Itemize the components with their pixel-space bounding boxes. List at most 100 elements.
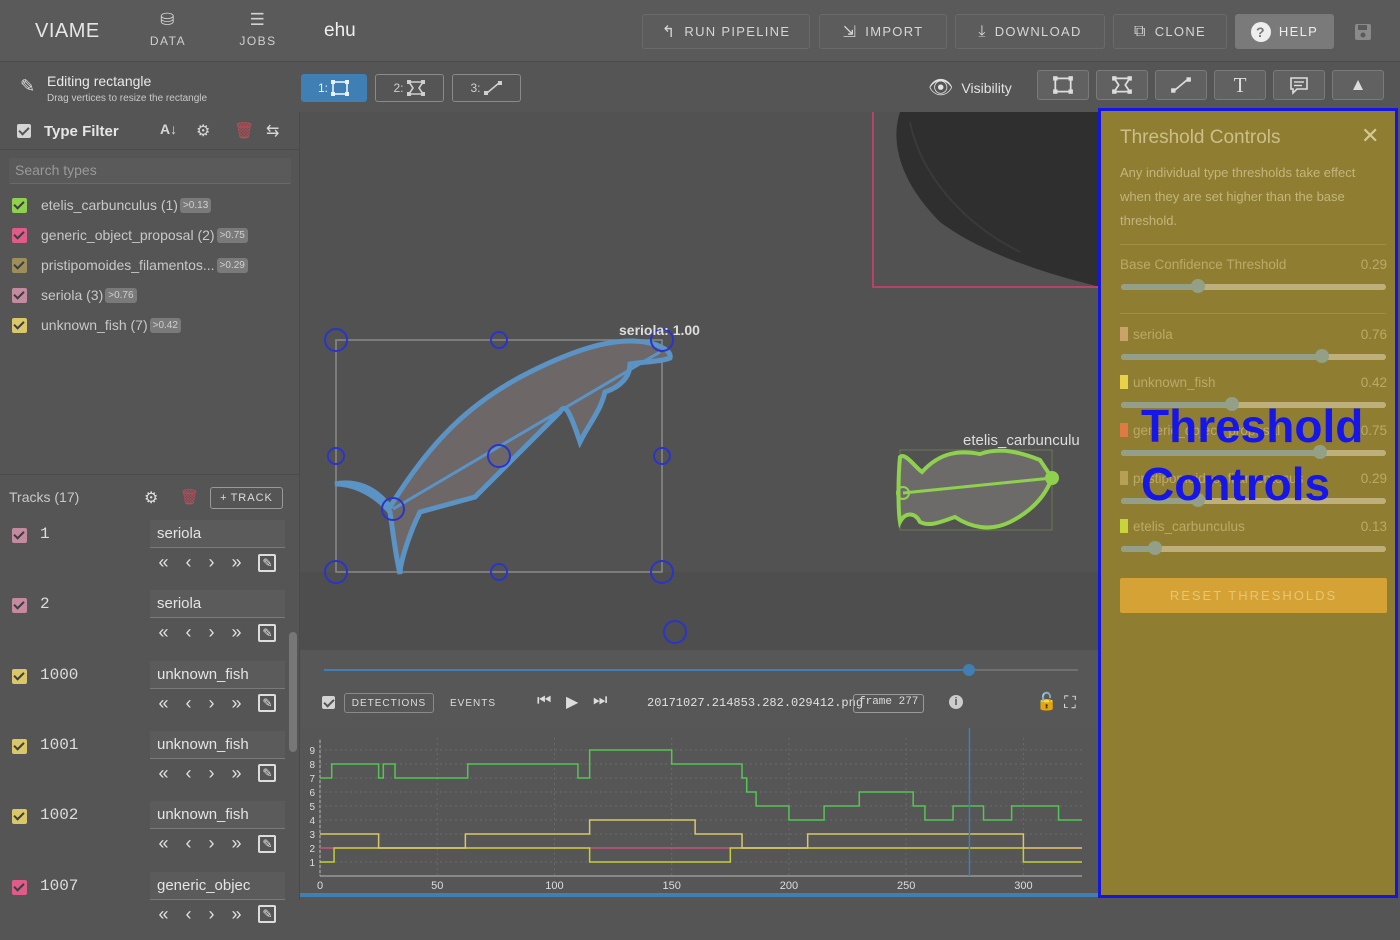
events-tab[interactable]: EVENTS — [444, 693, 502, 713]
track-id[interactable]: 1 — [40, 525, 50, 543]
edit-icon[interactable]: ✎ — [258, 905, 277, 923]
settings-icon[interactable]: ⚙ — [196, 121, 210, 141]
previous-frame-icon[interactable]: ‹ — [185, 622, 191, 643]
next-frame-icon[interactable]: › — [208, 693, 214, 714]
previous-frame-icon[interactable]: ‹ — [185, 693, 191, 714]
playback-scrubber[interactable] — [963, 664, 976, 676]
track-row[interactable]: 1007 generic_objec « ‹ › » ✎ — [0, 870, 300, 940]
track-row[interactable]: 1 seriola « ‹ › » ✎ — [0, 518, 300, 588]
track-id[interactable]: 1002 — [40, 806, 78, 824]
edit-icon[interactable]: ✎ — [258, 834, 277, 853]
next-frame-icon[interactable]: › — [208, 622, 214, 643]
type-checkbox[interactable] — [12, 227, 27, 243]
visibility-polygon-button[interactable] — [1096, 70, 1148, 100]
run-pipeline-button[interactable]: ↰ RUN PIPELINE — [642, 14, 810, 49]
type-filter-item[interactable]: seriola (3) >0.76 — [0, 280, 300, 310]
visibility-rectangle-button[interactable] — [1037, 70, 1089, 100]
track-checkbox[interactable] — [12, 809, 27, 825]
track-type-input[interactable]: seriola — [150, 590, 285, 619]
edit-icon[interactable]: ✎ — [258, 694, 277, 713]
track-checkbox[interactable] — [12, 528, 27, 543]
track-checkbox[interactable] — [12, 738, 27, 754]
previous-frame-icon[interactable]: ‹ — [185, 552, 191, 573]
track-row[interactable]: 1001 unknown_fish « ‹ › » ✎ — [0, 729, 300, 799]
type-threshold-slider[interactable] — [1121, 349, 1386, 363]
last-frame-icon[interactable]: » — [231, 552, 241, 573]
last-frame-icon[interactable]: » — [231, 763, 241, 784]
first-frame-icon[interactable]: « — [158, 763, 168, 784]
last-frame-icon[interactable]: » — [231, 833, 241, 854]
skip-previous-icon[interactable]: ⏮ — [537, 692, 551, 710]
visibility-text-button[interactable]: T — [1214, 70, 1266, 100]
track-checkbox[interactable] — [12, 598, 27, 614]
next-frame-icon[interactable]: › — [208, 833, 214, 854]
info-icon[interactable]: i — [949, 695, 963, 709]
detections-tab[interactable]: DETECTIONS — [344, 693, 434, 713]
skip-next-icon[interactable]: ⏭ — [593, 692, 607, 710]
slider-knob[interactable] — [1190, 279, 1205, 293]
slider-knob[interactable] — [1148, 541, 1163, 555]
track-id[interactable]: 2 — [40, 595, 50, 613]
help-button[interactable]: ? HELP — [1235, 14, 1334, 49]
last-frame-icon[interactable]: » — [231, 622, 241, 643]
first-frame-icon[interactable]: « — [158, 552, 168, 573]
type-filter-item[interactable]: etelis_carbunculus (1) >0.13 — [0, 190, 300, 220]
track-id[interactable]: 1000 — [40, 666, 78, 684]
type-filter-select-all-checkbox[interactable] — [17, 124, 31, 138]
next-frame-icon[interactable]: › — [208, 763, 214, 784]
nav-data-button[interactable]: ⛁ DATA — [138, 10, 198, 48]
settings-icon[interactable]: ⚙ — [144, 488, 158, 508]
download-button[interactable]: ⤓ DOWNLOAD — [955, 14, 1105, 49]
nav-jobs-button[interactable]: ☰ JOBS — [228, 10, 288, 48]
mode-line-button[interactable]: 3: — [452, 74, 521, 102]
last-frame-icon[interactable]: » — [231, 904, 241, 925]
visibility-comment-button[interactable] — [1273, 70, 1325, 100]
type-search-input[interactable]: Search types — [9, 158, 291, 184]
previous-frame-icon[interactable]: ‹ — [185, 763, 191, 784]
track-type-input[interactable]: unknown_fish — [150, 801, 285, 830]
play-icon[interactable]: ▶ — [566, 692, 578, 712]
type-checkbox[interactable] — [12, 257, 27, 273]
track-row[interactable]: 1002 unknown_fish « ‹ › » ✎ — [0, 799, 300, 869]
timeline-toggle-checkbox[interactable] — [322, 696, 335, 709]
last-frame-icon[interactable]: » — [231, 693, 241, 714]
type-checkbox[interactable] — [12, 287, 27, 303]
resize-handles[interactable] — [324, 328, 687, 644]
next-frame-icon[interactable]: › — [208, 904, 214, 925]
first-frame-icon[interactable]: « — [158, 904, 168, 925]
type-checkbox[interactable] — [12, 197, 27, 213]
fit-screen-icon[interactable]: ⛶ — [1064, 693, 1076, 713]
type-filter-item[interactable]: pristipomoides_filamentos... >0.29 — [0, 250, 300, 280]
visibility-toggle[interactable]: 👁 Visibility — [928, 75, 1012, 100]
track-type-input[interactable]: unknown_fish — [150, 660, 285, 689]
track-checkbox[interactable] — [12, 668, 27, 684]
slider-knob[interactable] — [1315, 349, 1330, 363]
next-frame-icon[interactable]: › — [208, 552, 214, 573]
base-threshold-slider[interactable] — [1121, 279, 1386, 293]
track-checkbox[interactable] — [12, 879, 27, 895]
first-frame-icon[interactable]: « — [158, 833, 168, 854]
lock-icon[interactable]: 🔓 — [1036, 692, 1057, 712]
etelis-fish[interactable] — [896, 448, 1055, 530]
visibility-arrow-button[interactable]: ▲ — [1332, 70, 1384, 100]
visibility-line-button[interactable] — [1155, 70, 1207, 100]
track-row[interactable]: 1000 unknown_fish « ‹ › » ✎ — [0, 659, 300, 729]
previous-frame-icon[interactable]: ‹ — [185, 904, 191, 925]
track-list-scrollbar[interactable] — [289, 632, 297, 752]
frame-counter[interactable]: frame 277 — [853, 694, 925, 713]
type-filter-item[interactable]: unknown_fish (7) >0.42 — [0, 310, 300, 340]
reset-thresholds-button[interactable]: RESET THRESHOLDS — [1120, 578, 1387, 613]
app-brand[interactable]: VIAME — [35, 20, 100, 43]
type-threshold-slider[interactable] — [1121, 541, 1386, 555]
mode-polygon-button[interactable]: 2: — [375, 74, 444, 102]
track-row[interactable]: 2 seriola « ‹ › » ✎ — [0, 588, 300, 658]
track-type-input[interactable]: generic_objec — [150, 871, 285, 900]
close-icon[interactable]: ✕ — [1361, 123, 1379, 149]
etelis-head-point[interactable] — [1045, 471, 1059, 485]
clone-button[interactable]: ⧉ CLONE — [1113, 14, 1227, 49]
playback-track[interactable] — [324, 664, 1078, 676]
track-id[interactable]: 1007 — [40, 877, 78, 895]
swap-icon[interactable]: ⇆ — [266, 121, 279, 141]
delete-icon[interactable]: 🗑 — [180, 488, 199, 506]
save-button[interactable] — [1348, 14, 1378, 49]
